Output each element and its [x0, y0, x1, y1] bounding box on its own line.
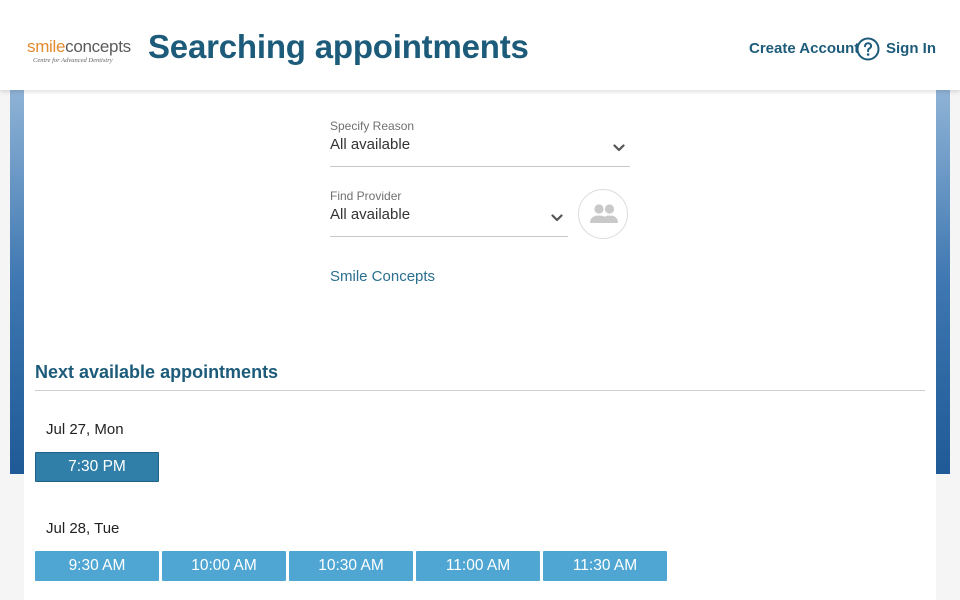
create-account-link[interactable]: Create Account	[749, 40, 859, 57]
reason-label: Specify Reason	[330, 119, 415, 133]
provider-label: Find Provider	[330, 189, 402, 203]
provider-value: All available	[330, 206, 411, 223]
chevron-down-icon	[551, 214, 563, 222]
day-label: Jul 27, Mon	[46, 421, 124, 438]
provider-select[interactable]: Find Provider All available	[330, 189, 568, 237]
time-slot-button[interactable]: 9:30 AM	[35, 551, 159, 581]
chevron-down-icon	[613, 144, 625, 152]
reason-select[interactable]: Specify Reason All available	[330, 119, 630, 167]
sign-in-link[interactable]: Sign In	[886, 40, 936, 57]
header: smileconcepts Centre for Advanced Dentis…	[0, 0, 960, 90]
next-appointments-title: Next available appointments	[35, 362, 279, 382]
question-circle-icon[interactable]	[856, 37, 880, 61]
day-label: Jul 28, Tue	[46, 520, 120, 537]
logo-wordmark: smileconcepts	[27, 38, 135, 55]
time-slot-button[interactable]: 11:00 AM	[416, 551, 540, 581]
time-slot-button[interactable]: 7:30 PM	[35, 452, 159, 482]
time-slot-button[interactable]: 10:30 AM	[289, 551, 413, 581]
page: smileconcepts Centre for Advanced Dentis…	[0, 0, 960, 600]
page-title: Searching appointments	[148, 28, 529, 65]
slot-row-day-2: 9:30 AM 10:00 AM 10:30 AM 11:00 AM 11:30…	[35, 551, 667, 581]
practice-link[interactable]: Smile Concepts	[330, 268, 435, 285]
time-slot-button[interactable]: 10:00 AM	[162, 551, 286, 581]
reason-value: All available	[330, 136, 411, 153]
logo-word-smile: smile	[27, 37, 66, 56]
logo-word-concepts: concepts	[65, 37, 131, 56]
provider-underline	[330, 236, 568, 237]
logo[interactable]: smileconcepts Centre for Advanced Dentis…	[27, 38, 135, 64]
section-divider	[35, 390, 925, 391]
people-icon	[590, 204, 618, 223]
slot-row-day-1: 7:30 PM	[35, 452, 159, 482]
search-panel: Specify Reason All available Find Provid…	[24, 90, 936, 600]
provider-picker-button[interactable]	[578, 189, 628, 239]
logo-tagline: Centre for Advanced Dentistry	[33, 57, 113, 64]
reason-underline	[330, 166, 630, 167]
time-slot-button[interactable]: 11:30 AM	[543, 551, 667, 581]
